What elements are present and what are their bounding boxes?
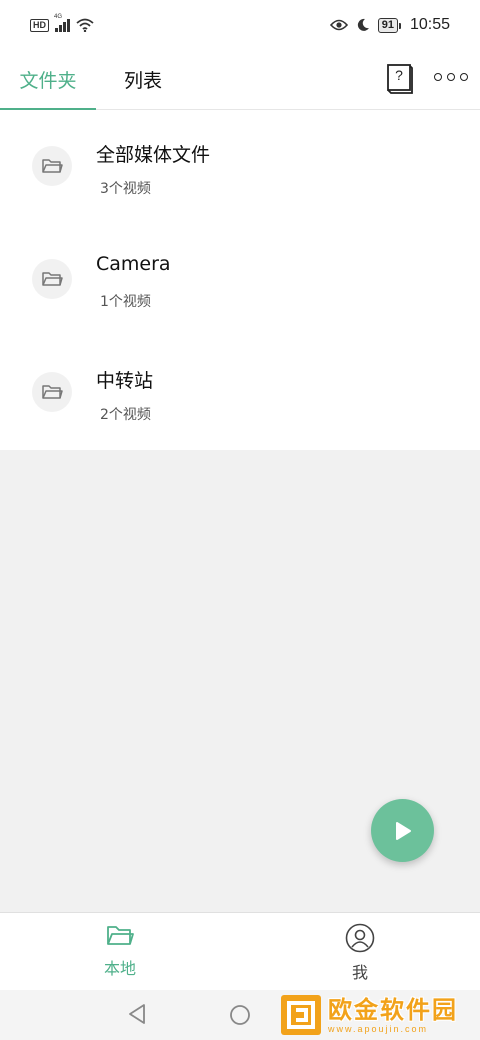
clock: 10:55 — [409, 16, 450, 33]
folder-item-all-media[interactable]: 全部媒体文件 3个视频 — [0, 110, 480, 223]
help-button[interactable]: ? — [386, 63, 414, 95]
moon-icon — [357, 18, 369, 31]
tab-folders[interactable]: 文件夹 — [0, 66, 96, 111]
cell-signal-icon: 4G — [54, 14, 70, 32]
folder-icon — [32, 372, 72, 412]
battery-indicator: 91 — [377, 17, 402, 33]
folder-name: 中转站 — [96, 370, 154, 392]
nav-label-me: 我 — [351, 963, 368, 982]
status-bar: HD 4G 91 10:55 — [0, 0, 480, 54]
more-options-button[interactable] — [434, 73, 468, 81]
watermark-text: 欧金软件园 www.apoujin.com — [328, 996, 458, 1034]
folder-item-camera[interactable]: Camera 1个视频 — [0, 223, 480, 336]
play-fab-button[interactable] — [371, 799, 434, 862]
tab-header: 文件夹 列表 ? — [0, 54, 480, 111]
hd-badge: HD — [30, 18, 49, 32]
watermark: 欧金软件园 www.apoujin.com — [280, 994, 476, 1036]
home-icon[interactable] — [229, 1004, 251, 1026]
folder-item-transfer-station[interactable]: 中转站 2个视频 — [0, 336, 480, 449]
watermark-title: 欧金软件园 — [328, 996, 458, 1024]
folder-video-count: 1个视频 — [100, 294, 151, 310]
folder-icon — [32, 146, 72, 186]
watermark-url: www.apoujin.com — [328, 1024, 429, 1034]
tab-list-label: 列表 — [124, 70, 163, 92]
bottom-nav: 本地 我 — [0, 912, 480, 990]
network-type: 4G — [54, 14, 63, 20]
tab-list[interactable]: 列表 — [124, 66, 162, 110]
nav-item-me[interactable]: 我 — [320, 923, 400, 983]
play-icon — [395, 821, 411, 840]
folder-name: 全部媒体文件 — [96, 144, 211, 166]
more-icon-dot — [447, 73, 455, 81]
eye-comfort-icon — [329, 19, 348, 31]
folder-name: Camera — [96, 253, 171, 275]
folder-video-count: 3个视频 — [100, 181, 151, 197]
folder-video-count: 2个视频 — [100, 407, 151, 423]
status-right: 91 10:55 — [329, 16, 450, 34]
tab-folders-label: 文件夹 — [19, 70, 77, 92]
folder-icon — [32, 259, 72, 299]
user-icon — [345, 923, 375, 953]
folder-list: 全部媒体文件 3个视频 Camera 1个视频 中转站 2个视频 — [0, 110, 480, 450]
more-icon-dot — [460, 73, 468, 81]
back-icon[interactable] — [126, 1002, 148, 1026]
nav-item-local[interactable]: 本地 — [80, 923, 160, 979]
wifi-icon — [75, 18, 94, 32]
more-icon-dot — [434, 73, 442, 81]
status-left: HD 4G — [30, 14, 94, 32]
folder-open-icon — [107, 926, 134, 945]
nav-label-local: 本地 — [103, 959, 136, 978]
help-glyph: ? — [395, 67, 403, 83]
watermark-logo-icon — [281, 995, 321, 1035]
